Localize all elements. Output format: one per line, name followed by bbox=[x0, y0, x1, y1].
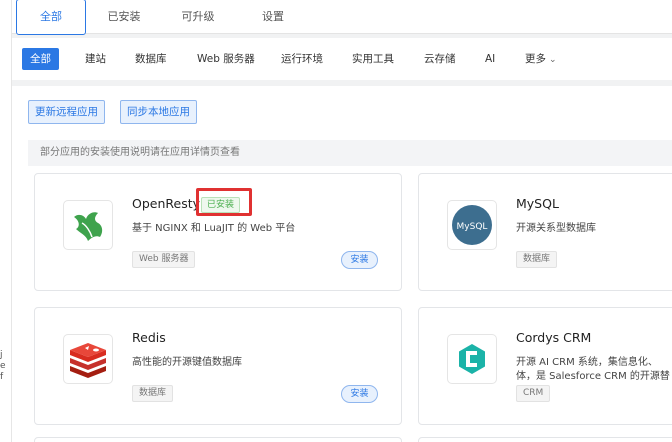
app-description-line-2: 体，是 Salesforce CRM 的开源替 bbox=[516, 371, 670, 382]
mysql-icon: MySQL bbox=[447, 200, 497, 250]
tab-upgradable[interactable]: 可升级 bbox=[172, 0, 224, 34]
app-card-partial bbox=[34, 437, 402, 442]
category-more-label: 更多 bbox=[525, 53, 546, 65]
category-runtime[interactable]: 运行环境 bbox=[273, 48, 331, 70]
install-button[interactable]: 安装 bbox=[341, 385, 378, 403]
cordys-icon bbox=[447, 334, 497, 384]
app-description: 高性能的开源键值数据库 bbox=[132, 357, 242, 368]
app-store-content: 更新远程应用 同步本地应用 部分应用的安装使用说明请在应用详情页查看 OpenR… bbox=[12, 86, 672, 442]
app-card-mysql[interactable]: MySQL MySQL 开源关系型数据库 数据库 bbox=[418, 173, 672, 291]
category-ai[interactable]: AI bbox=[477, 48, 503, 70]
category-web-server[interactable]: Web 服务器 bbox=[189, 48, 263, 70]
app-card-redis[interactable]: Redis 高性能的开源键值数据库 数据库 安装 bbox=[34, 307, 402, 425]
svg-text:MySQL: MySQL bbox=[457, 222, 488, 232]
app-card-openresty[interactable]: OpenResty 已安装 基于 NGINX 和 LuaJIT 的 Web 平台… bbox=[34, 173, 402, 291]
chevron-down-icon: ⌄ bbox=[549, 55, 557, 65]
category-tools[interactable]: 实用工具 bbox=[344, 48, 402, 70]
app-description: 基于 NGINX 和 LuaJIT 的 Web 平台 bbox=[132, 223, 296, 234]
app-card-cordys-crm[interactable]: Cordys CRM 开源 AI CRM 系统，集信息化、 体，是 Salesf… bbox=[418, 307, 672, 425]
left-panel-edge: j e f bbox=[0, 0, 12, 442]
tab-all[interactable]: 全部 bbox=[16, 0, 86, 35]
edge-glyph: e bbox=[0, 361, 6, 371]
install-button[interactable]: 安装 bbox=[341, 251, 378, 269]
edge-glyph: f bbox=[0, 372, 4, 382]
category-cloud-storage[interactable]: 云存储 bbox=[416, 48, 464, 70]
app-name: MySQL bbox=[516, 196, 559, 211]
app-tag: 数据库 bbox=[132, 385, 174, 402]
openresty-icon bbox=[63, 200, 113, 250]
tab-settings[interactable]: 设置 bbox=[250, 0, 296, 34]
app-tag: Web 服务器 bbox=[132, 251, 196, 268]
info-notice: 部分应用的安装使用说明请在应用详情页查看 bbox=[28, 140, 672, 166]
app-name: Redis bbox=[132, 330, 166, 345]
category-all[interactable]: 全部 bbox=[22, 48, 59, 70]
app-description: 开源 AI CRM 系统，集信息化、 bbox=[516, 357, 658, 368]
app-tag: CRM bbox=[516, 385, 551, 402]
app-name: Cordys CRM bbox=[516, 330, 592, 345]
app-tag: 数据库 bbox=[516, 251, 558, 268]
category-database[interactable]: 数据库 bbox=[127, 48, 175, 70]
app-description: 开源关系型数据库 bbox=[516, 223, 596, 234]
category-more[interactable]: 更多 ⌄ bbox=[517, 48, 565, 70]
category-website[interactable]: 建站 bbox=[77, 48, 114, 70]
app-name: OpenResty bbox=[132, 196, 201, 211]
category-bar: 全部 建站 数据库 Web 服务器 运行环境 实用工具 云存储 AI 更多 ⌄ bbox=[12, 38, 672, 80]
tab-installed[interactable]: 已安装 bbox=[98, 0, 150, 34]
sync-local-apps-button[interactable]: 同步本地应用 bbox=[120, 100, 197, 124]
highlight-box bbox=[196, 188, 252, 216]
update-remote-apps-button[interactable]: 更新远程应用 bbox=[28, 100, 105, 124]
top-tab-bar: 全部 已安装 可升级 设置 bbox=[12, 0, 672, 35]
redis-icon bbox=[63, 334, 113, 384]
app-card-partial bbox=[418, 437, 672, 442]
edge-glyph: j bbox=[0, 350, 3, 360]
